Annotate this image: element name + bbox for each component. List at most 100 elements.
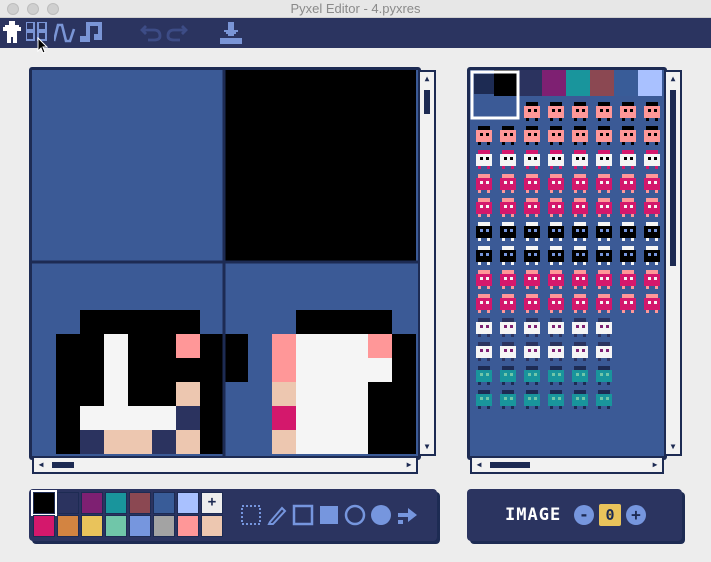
sprite-part	[524, 394, 540, 406]
palette-swatch[interactable]	[129, 492, 151, 514]
sprite-part	[606, 397, 609, 400]
sprite-part	[552, 109, 555, 112]
undo-icon[interactable]	[140, 24, 162, 42]
sprite-part	[559, 310, 562, 313]
image-bank-decrement-button[interactable]: -	[574, 505, 594, 525]
circle-outline-icon[interactable]	[344, 504, 366, 526]
music-editor-icon[interactable]	[80, 22, 102, 42]
sheet-vertical-scroll-thumb[interactable]	[670, 90, 676, 266]
canvas-pixel	[128, 334, 152, 358]
canvas-pixel	[344, 382, 368, 406]
scroll-right-arrow-icon[interactable]: ▶	[649, 459, 661, 471]
sprite-part	[487, 238, 490, 241]
sprite-part	[606, 133, 609, 136]
sheet-palette-tile	[590, 70, 614, 96]
canvas-pixel	[320, 334, 344, 358]
image-editor-icon[interactable]	[3, 21, 21, 43]
sprite-part	[624, 301, 627, 304]
sprite-part	[510, 253, 513, 256]
palette-swatch[interactable]	[177, 492, 199, 514]
canvas-vertical-scrollbar[interactable]: ▲ ▼	[418, 70, 436, 456]
palette-swatch[interactable]: +	[201, 492, 223, 514]
canvas-pixel	[128, 358, 152, 382]
palette-swatch[interactable]	[81, 515, 103, 537]
canvas-vertical-scroll-thumb[interactable]	[424, 90, 430, 114]
canvas-pixel	[392, 358, 416, 382]
sprite-part	[655, 286, 658, 289]
sheet-horizontal-scrollbar[interactable]: ◀ ▶	[470, 456, 664, 474]
canvas-pixel	[248, 166, 272, 190]
canvas-pixels[interactable]	[32, 70, 418, 456]
pencil-icon[interactable]	[266, 504, 288, 526]
sprite-part	[510, 325, 513, 328]
rect-filled-icon[interactable]	[318, 504, 340, 526]
canvas-horizontal-scroll-thumb[interactable]	[52, 462, 74, 468]
sprite-part	[598, 238, 601, 241]
sprite-part	[622, 190, 625, 193]
sprite-part	[574, 222, 586, 226]
sprite-part	[486, 229, 489, 232]
sprite-part	[511, 238, 514, 241]
sprite-part	[487, 214, 490, 217]
sprite-part	[654, 253, 657, 256]
palette-swatch[interactable]	[31, 490, 57, 516]
sprite-part	[622, 174, 634, 178]
palette-swatch[interactable]	[57, 515, 79, 537]
redo-icon[interactable]	[166, 24, 188, 42]
canvas-pixel	[272, 214, 296, 238]
sprite-part	[598, 150, 610, 154]
sprite-part	[582, 397, 585, 400]
sprite-part	[583, 118, 586, 121]
sprite-part	[583, 190, 586, 193]
canvas-horizontal-scrollbar[interactable]: ◀ ▶	[32, 456, 418, 474]
palette-swatch[interactable]	[153, 515, 175, 537]
image-canvas[interactable]	[32, 70, 418, 456]
save-icon[interactable]	[220, 22, 242, 44]
sheet-vertical-scrollbar[interactable]: ▲ ▼	[664, 70, 682, 456]
sprite-sheet-pixels[interactable]	[470, 70, 664, 456]
sprite-part	[526, 318, 538, 322]
canvas-pixel	[368, 310, 392, 334]
scroll-down-arrow-icon[interactable]: ▼	[421, 441, 433, 453]
rect-outline-icon[interactable]	[292, 504, 314, 526]
sprite-part	[480, 325, 483, 328]
palette-swatch[interactable]	[129, 515, 151, 537]
scroll-left-arrow-icon[interactable]: ◀	[35, 459, 47, 471]
palette-swatch[interactable]	[33, 515, 55, 537]
scroll-up-arrow-icon[interactable]: ▲	[421, 73, 433, 85]
canvas-pixel	[344, 190, 368, 214]
scroll-up-arrow-icon[interactable]: ▲	[667, 73, 679, 85]
canvas-pixel	[248, 190, 272, 214]
sprite-part	[534, 301, 537, 304]
canvas-pixel	[104, 406, 128, 430]
image-bank-increment-button[interactable]: +	[626, 505, 646, 525]
palette-swatch[interactable]	[177, 515, 199, 537]
canvas-pixel	[248, 238, 272, 262]
sprite-part	[502, 142, 505, 145]
canvas-pixel	[80, 358, 104, 382]
palette-swatch[interactable]	[57, 492, 79, 514]
scroll-left-arrow-icon[interactable]: ◀	[473, 459, 485, 471]
sprite-part	[476, 226, 492, 238]
sprite-sheet[interactable]	[470, 70, 664, 456]
palette-swatch[interactable]	[105, 492, 127, 514]
sprite-part	[526, 222, 538, 226]
canvas-pixel	[368, 406, 392, 430]
canvas-pixel	[392, 214, 416, 238]
sprite-part	[596, 178, 612, 190]
sprite-part	[558, 229, 561, 232]
palette-swatch[interactable]	[81, 492, 103, 514]
sound-editor-icon[interactable]	[54, 23, 76, 43]
bucket-icon[interactable]	[396, 504, 418, 526]
sprite-part	[550, 190, 553, 193]
scroll-right-arrow-icon[interactable]: ▶	[403, 459, 415, 471]
scroll-down-arrow-icon[interactable]: ▼	[667, 441, 679, 453]
sprite-part	[582, 301, 585, 304]
palette-swatch[interactable]	[153, 492, 175, 514]
palette-swatch[interactable]	[105, 515, 127, 537]
palette-swatch[interactable]	[201, 515, 223, 537]
select-icon[interactable]	[240, 504, 262, 526]
circle-filled-icon[interactable]	[370, 504, 392, 526]
sheet-horizontal-scroll-thumb[interactable]	[490, 462, 530, 468]
sprite-part	[526, 174, 538, 178]
